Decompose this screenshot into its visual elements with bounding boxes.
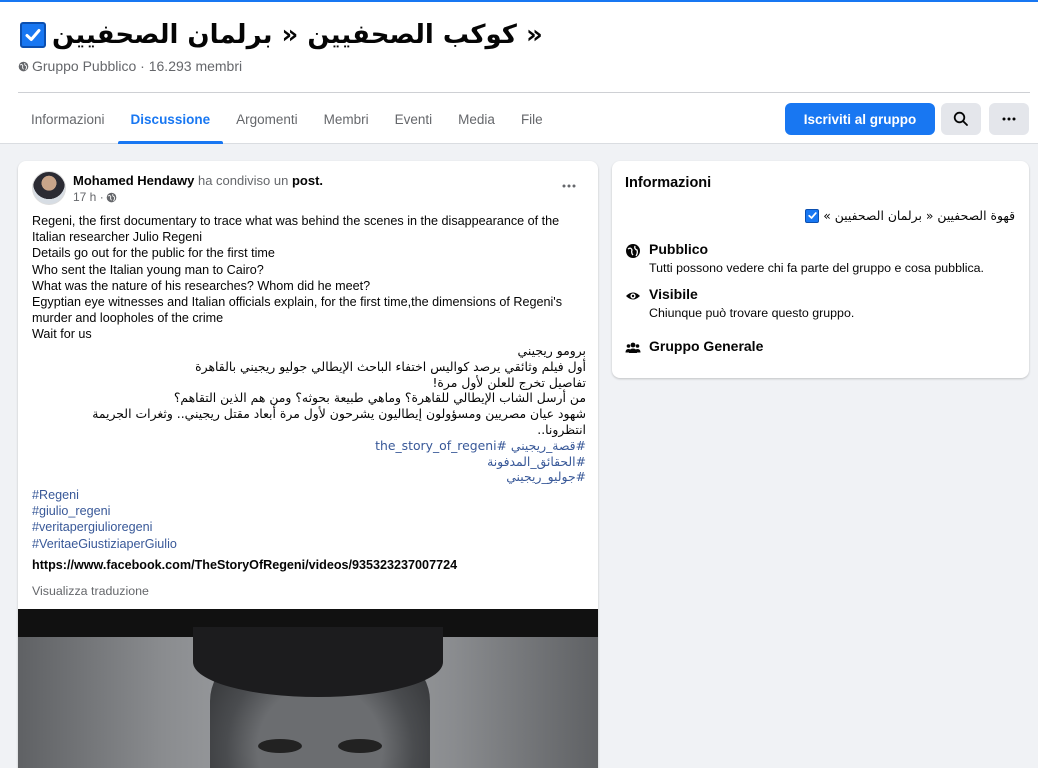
more-icon <box>562 184 576 188</box>
text-line: murder and loopholes of the crime <box>32 311 224 326</box>
tab-file[interactable]: File <box>508 94 556 144</box>
tab-eventi[interactable]: Eventi <box>382 94 446 144</box>
post-english-text: Regeni, the first documentary to trace w… <box>32 213 588 343</box>
more-icon <box>1002 117 1016 121</box>
author-name[interactable]: Mohamed Hendawy <box>73 173 194 188</box>
text-line: Wait for us <box>32 327 92 342</box>
globe-icon <box>18 61 29 71</box>
privacy-label: Pubblico <box>649 241 709 257</box>
people-icon <box>625 342 641 353</box>
group-meta: Gruppo Pubblico · 16.293 membri <box>18 58 242 74</box>
post-time: 17 h · <box>73 190 117 204</box>
text-line: تفاصيل تخرج للعلن لأول مرة! <box>432 374 586 390</box>
post-arabic-text: برومو ريجيني أول فيلم وثائقي يرصد كواليس… <box>78 343 586 485</box>
group-header: كوكب الصحفيين « برلمان الصحفيين » Gruppo… <box>0 2 1038 144</box>
hashtag-link[interactable]: #قصة_ريجيني #the_story_of_regeni <box>78 438 586 454</box>
post-link[interactable]: post. <box>292 173 323 188</box>
video-url-link[interactable]: https://www.facebook.com/TheStoryOfRegen… <box>32 558 457 572</box>
globe-icon <box>626 244 640 258</box>
privacy-description: Tutti possono vedere chi fa parte del gr… <box>649 261 984 275</box>
shared-text: ha condiviso un <box>197 173 289 188</box>
text-line: Details go out for the public for the fi… <box>32 246 275 261</box>
hair-shape <box>193 627 443 697</box>
post-author-line: Mohamed Hendawy ha condiviso un post. <box>73 173 323 188</box>
hashtag-link[interactable]: #veritapergiulioregeni <box>32 519 177 535</box>
visibility-description: Chiunque può trovare questo gruppo. <box>649 306 855 320</box>
about-card: Informazioni قهوة الصحفيين « برلمان الصح… <box>612 161 1029 378</box>
hashtag-link[interactable]: #Regeni <box>32 487 177 503</box>
about-title: Informazioni <box>625 175 712 191</box>
group-meta-text: Gruppo Pubblico · 16.293 membri <box>32 58 243 74</box>
hashtag-link[interactable]: #giulio_regeni <box>32 503 177 519</box>
hashtag-link[interactable]: #VeritaeGiustiziaperGiulio <box>32 536 177 552</box>
tab-argomenti[interactable]: Argomenti <box>223 94 311 144</box>
join-group-button[interactable]: Iscriviti al gruppo <box>785 103 935 135</box>
group-tabs: Informazioni Discussione Argomenti Membr… <box>18 94 556 144</box>
tab-discussione[interactable]: Discussione <box>117 94 224 144</box>
text-line: أول فيلم وثائقي يرصد كواليس اختفاء الباح… <box>195 358 586 374</box>
text-line: Who sent the Italian young man to Cairo? <box>32 262 264 277</box>
eye-shape <box>338 739 382 753</box>
search-button[interactable] <box>941 103 981 135</box>
checkmark-icon <box>20 22 46 48</box>
tab-media[interactable]: Media <box>445 94 508 144</box>
text-line: من أرسل الشاب الإيطالي للقاهرة؟ وماهي طب… <box>173 390 586 406</box>
tab-informazioni[interactable]: Informazioni <box>18 94 118 144</box>
text-line: Italian researcher Julio Regeni <box>32 230 203 245</box>
text-line: What was the nature of his researches? W… <box>32 278 371 293</box>
text-line: برومو ريجيني <box>517 343 586 358</box>
header-divider <box>18 92 1030 93</box>
search-icon <box>953 111 968 126</box>
video-thumbnail[interactable] <box>18 609 598 768</box>
globe-icon <box>106 192 116 202</box>
post-options-button[interactable] <box>556 176 582 196</box>
avatar[interactable] <box>32 171 66 205</box>
text-line: انتظرونا.. <box>537 421 586 437</box>
hashtag-link[interactable]: #جوليو_ريجيني <box>78 469 586 485</box>
description-text: قهوة الصحفيين « برلمان الصحفيين » <box>823 208 1015 223</box>
hashtag-list: #Regeni #giulio_regeni #veritapergiulior… <box>32 487 177 552</box>
post-card: Mohamed Hendawy ha condiviso un post. 17… <box>18 161 598 768</box>
eye-shape <box>258 739 302 753</box>
text-line: Egyptian eye witnesses and Italian offic… <box>32 295 562 310</box>
group-description: قهوة الصحفيين « برلمان الصحفيين » <box>805 208 1015 223</box>
text-line: شهود عيان مصريين ومسؤولون إيطاليون يشرحو… <box>92 406 586 422</box>
visibility-label: Visibile <box>649 286 698 302</box>
see-translation-link[interactable]: Visualizza traduzione <box>32 584 149 598</box>
text-line: Regeni, the first documentary to trace w… <box>32 214 560 228</box>
tab-membri[interactable]: Membri <box>311 94 382 144</box>
group-title: كوكب الصحفيين « برلمان الصحفيين » <box>20 20 543 50</box>
hashtag-link[interactable]: #الحقائق_المدفونة <box>78 454 586 470</box>
more-options-button[interactable] <box>989 103 1029 135</box>
checkmark-icon <box>805 208 820 223</box>
group-type-label: Gruppo Generale <box>649 338 764 354</box>
group-name[interactable]: كوكب الصحفيين « برلمان الصحفيين » <box>52 20 543 50</box>
timestamp[interactable]: 17 h · <box>73 190 104 204</box>
video-frame <box>18 627 598 768</box>
eye-icon <box>626 292 640 300</box>
